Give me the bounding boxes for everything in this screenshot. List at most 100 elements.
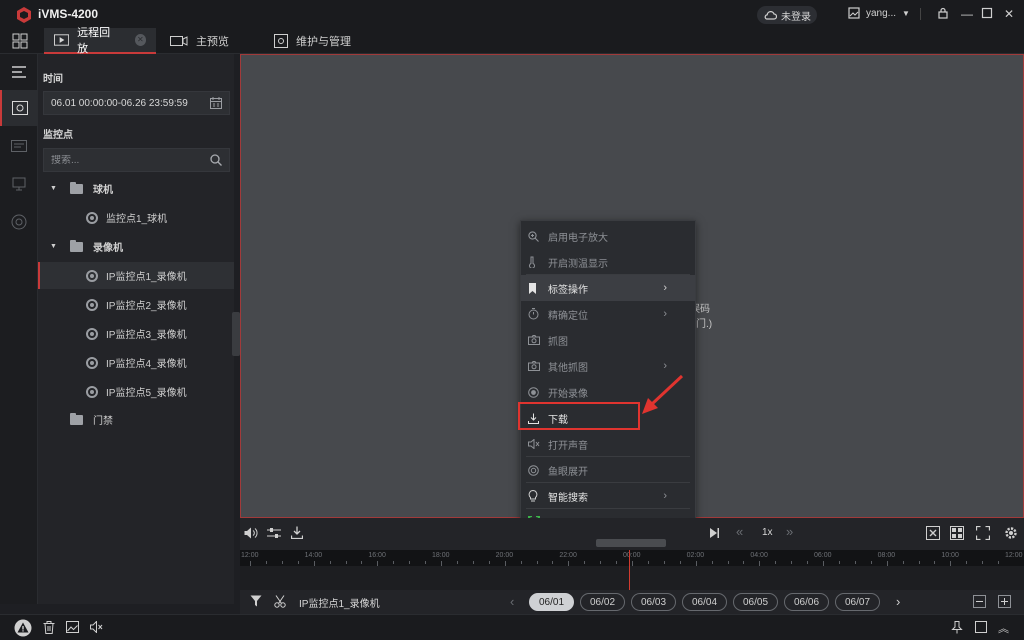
close-button[interactable]: ✕	[1002, 7, 1016, 21]
menu-item-snapshot[interactable]: 抓图	[521, 327, 695, 353]
timeline[interactable]: 12:00 14:00 16:00 18:00 20:00 22:00 00:00 02:00…	[240, 550, 1024, 590]
zoom-in-icon[interactable]	[998, 595, 1011, 608]
camera-status-icon	[86, 385, 98, 398]
tree-camera-item[interactable]: IP监控点4_录像机	[38, 349, 234, 376]
timeline-tick-mark	[663, 561, 665, 564]
date-chip[interactable]: 06/02	[580, 593, 625, 611]
menu-item-label: 开启测温显示	[548, 258, 608, 270]
timeline-tick-label: 06:00	[814, 552, 832, 559]
step-forward-icon[interactable]	[708, 527, 720, 539]
menu-item-open-audio[interactable]: 打开声音	[521, 431, 695, 457]
monitor-section-label: 监控点	[43, 130, 73, 141]
timeline-tick-mark	[520, 561, 522, 564]
timeline-tick-mark	[488, 561, 490, 564]
tab-remote-playback[interactable]: 远程回放 ✕	[44, 27, 156, 55]
timeline-tick-mark	[361, 561, 363, 564]
trash-icon[interactable]	[43, 621, 55, 634]
fullscreen-icon[interactable]	[976, 526, 990, 540]
date-chip-selected[interactable]: 06/01	[529, 593, 574, 611]
divider	[920, 8, 921, 20]
menu-item-label: 打开声音	[548, 440, 588, 452]
rail-device-icon[interactable]	[0, 166, 38, 202]
timeline-tick-mark	[425, 561, 427, 564]
menu-item-digital-zoom[interactable]: 启用电子放大	[521, 223, 695, 249]
timeline-track[interactable]	[240, 566, 1024, 590]
lock-icon[interactable]	[937, 7, 951, 21]
close-all-windows-icon[interactable]	[926, 526, 940, 540]
filter-icon[interactable]	[250, 595, 262, 607]
time-range-field[interactable]: 06.01 00:00:00-06.26 23:59:59	[43, 91, 230, 115]
toolbar-scroll-thumb[interactable]	[596, 539, 666, 547]
login-status-button[interactable]: 未登录	[757, 6, 817, 24]
mute-icon	[528, 439, 540, 449]
bookmark-icon	[528, 282, 540, 294]
video-camera-icon	[170, 36, 188, 46]
date-chip[interactable]: 06/04	[682, 593, 727, 611]
time-section-label: 时间	[43, 74, 63, 85]
tree-camera-item[interactable]: IP监控点2_录像机	[38, 291, 234, 318]
menu-item-precise-locate[interactable]: 精确定位 ›	[521, 301, 695, 327]
download-icon[interactable]	[291, 526, 303, 539]
timeline-tick-mark	[775, 561, 777, 564]
speed-up-icon[interactable]: »	[786, 524, 793, 539]
chevron-right-icon[interactable]: ›	[896, 594, 900, 609]
calendar-icon[interactable]	[210, 97, 222, 109]
time-range-value: 06.01 00:00:00-06.26 23:59:59	[51, 97, 188, 109]
timeline-tick-mark	[727, 561, 729, 564]
tree-label: IP监控点5_录像机	[106, 388, 187, 399]
volume-icon[interactable]	[244, 527, 258, 539]
menu-item-temperature[interactable]: 开启测温显示	[521, 249, 695, 275]
menu-icon[interactable]	[0, 54, 38, 90]
menu-item-label: 其他抓图	[548, 362, 588, 374]
tree-camera-item-selected[interactable]: IP监控点1_录像机	[38, 262, 234, 289]
tree-label: IP监控点2_录像机	[106, 301, 187, 312]
adjust-icon[interactable]	[267, 527, 281, 539]
search-box[interactable]	[43, 148, 230, 172]
tree-camera-item[interactable]: 监控点1_球机	[38, 204, 234, 231]
chevron-right-icon: ›	[663, 490, 667, 502]
user-menu[interactable]: yang... ▼	[848, 7, 910, 19]
date-chip[interactable]: 06/07	[835, 593, 880, 611]
tab-maintenance[interactable]: 维护与管理	[264, 28, 361, 54]
tree-group-nvr[interactable]: ▼ 录像机	[38, 233, 234, 260]
minimize-button[interactable]: —	[960, 7, 974, 21]
window-icon[interactable]	[975, 621, 987, 633]
caret-down-icon[interactable]: ▼	[50, 185, 58, 192]
layout-grid-icon[interactable]	[950, 526, 964, 540]
tab-main-preview[interactable]: 主预览	[160, 28, 239, 54]
rail-event-icon[interactable]	[0, 128, 38, 164]
tree-camera-item[interactable]: IP监控点5_录像机	[38, 378, 234, 405]
cloud-icon	[764, 11, 777, 20]
timeline-tick-mark	[456, 561, 458, 564]
mute-icon[interactable]	[90, 621, 103, 633]
menu-item-fisheye[interactable]: 鱼眼展开	[521, 457, 695, 483]
timeline-playhead[interactable]	[629, 550, 630, 590]
menu-item-tag-operation[interactable]: 标签操作 ›	[521, 275, 695, 301]
tree-camera-item[interactable]: IP监控点3_录像机	[38, 320, 234, 347]
pin-icon[interactable]	[951, 621, 963, 634]
chevron-left-icon[interactable]: ‹	[510, 594, 514, 609]
scissors-icon[interactable]	[274, 595, 286, 608]
date-chip[interactable]: 06/03	[631, 593, 676, 611]
tree-group-dome[interactable]: ▼ 球机	[38, 175, 234, 202]
gear-icon[interactable]	[1004, 526, 1018, 540]
menu-item-smart-search[interactable]: 智能搜索 ›	[521, 483, 695, 509]
tree-group-access[interactable]: 门禁	[38, 406, 234, 433]
warning-icon[interactable]	[14, 619, 32, 637]
date-chip[interactable]: 06/05	[733, 593, 778, 611]
date-chip[interactable]: 06/06	[784, 593, 829, 611]
search-icon[interactable]	[210, 154, 222, 166]
rail-playback-icon[interactable]	[0, 90, 38, 126]
slow-down-icon[interactable]: «	[736, 524, 743, 539]
search-input[interactable]	[51, 154, 201, 166]
zoom-out-icon[interactable]	[973, 595, 986, 608]
chevron-up-icon[interactable]: ︽	[998, 620, 1009, 636]
caret-down-icon[interactable]: ▼	[50, 243, 58, 250]
panel-collapse-handle[interactable]	[232, 312, 240, 356]
maximize-button[interactable]	[981, 7, 995, 21]
tab-close-icon[interactable]: ✕	[134, 34, 146, 46]
apps-grid-icon[interactable]	[12, 33, 28, 49]
image-icon[interactable]	[66, 621, 79, 633]
camera-status-icon	[86, 356, 98, 369]
rail-fisheye-icon[interactable]	[0, 204, 38, 240]
